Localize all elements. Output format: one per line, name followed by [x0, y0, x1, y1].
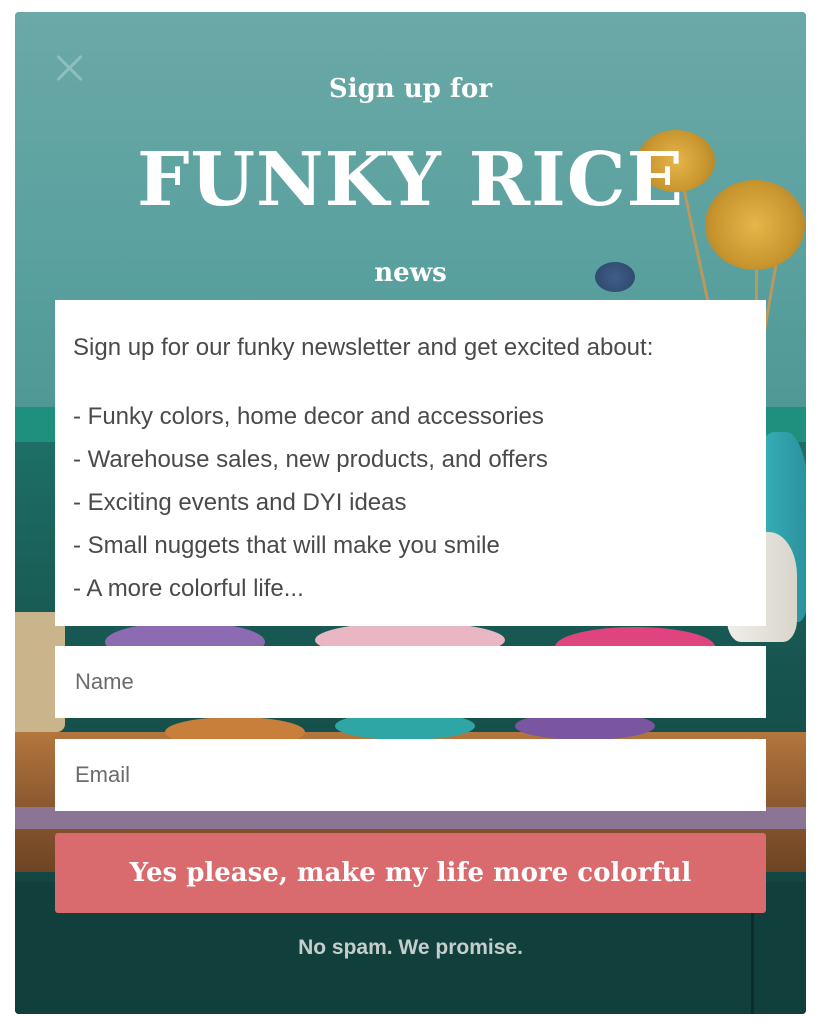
benefit-item: - Warehouse sales, new products, and off… — [73, 446, 548, 473]
subscribe-button[interactable]: Yes please, make my life more colorful — [55, 833, 766, 913]
kicker-heading: Sign up for — [328, 74, 493, 104]
intro-text: Sign up for our funky newsletter and get… — [73, 334, 654, 361]
tagline-heading: news — [374, 258, 447, 288]
benefits-list: - Funky colors, home decor and accessori… — [73, 395, 748, 610]
benefit-item: - Funky colors, home decor and accessori… — [73, 403, 544, 430]
no-spam-note: No spam. We promise. — [298, 936, 523, 959]
name-input[interactable] — [55, 646, 766, 718]
benefits-box: Sign up for our funky newsletter and get… — [55, 300, 766, 626]
brand-title: FUNKY RICE — [136, 137, 685, 223]
signup-modal: Sign up for FUNKY RICE news Sign up for … — [15, 12, 806, 1014]
benefit-item: - A more colorful life... — [73, 575, 304, 602]
benefit-item: - Small nuggets that will make you smile — [73, 532, 500, 559]
email-input[interactable] — [55, 739, 766, 811]
benefit-item: - Exciting events and DYI ideas — [73, 489, 407, 516]
